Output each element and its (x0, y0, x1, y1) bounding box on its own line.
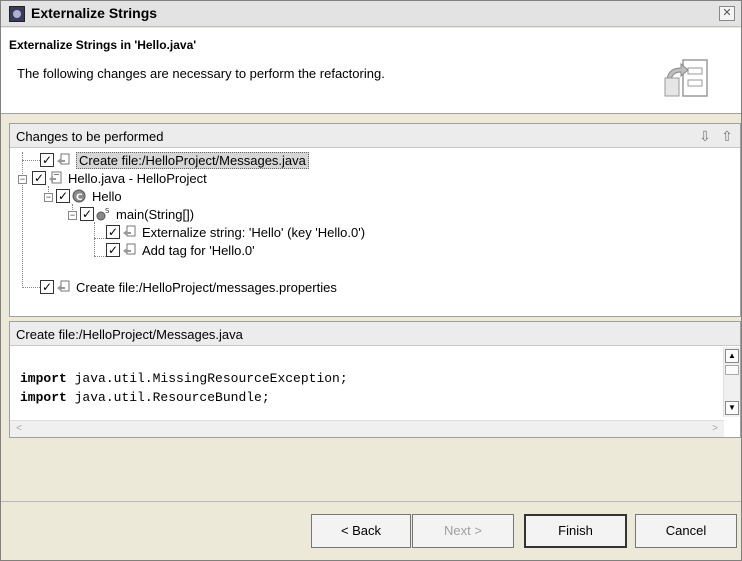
tree-item-label: main(String[]) (116, 206, 195, 222)
tree-item-label: Externalize string: 'Hello' (key 'Hello.… (142, 224, 366, 240)
collapse-toggle[interactable]: − (68, 211, 77, 220)
scroll-left-icon[interactable]: < (12, 422, 26, 436)
checkbox[interactable]: ✓ (40, 280, 54, 294)
tree-item-main-method[interactable]: ✓ S main(String[]) (80, 205, 194, 223)
checkbox[interactable]: ✓ (56, 189, 70, 203)
back-button[interactable]: < Back (311, 514, 411, 548)
finish-button[interactable]: Finish (524, 514, 627, 548)
tree-item-label: Create file:/HelloProject/messages.prope… (76, 279, 337, 295)
scroll-up-icon[interactable]: ▲ (725, 349, 739, 363)
code-preview[interactable]: import java.util.MissingResourceExceptio… (10, 347, 724, 417)
previous-change-arrow-icon[interactable]: ⇧ (718, 127, 736, 145)
tree-item-externalize-string[interactable]: ✓ Externalize string: 'Hello' (key 'Hell… (106, 223, 365, 241)
window-title: Externalize Strings (31, 5, 158, 21)
collapse-toggle[interactable]: − (18, 175, 27, 184)
scroll-right-icon[interactable]: > (708, 422, 722, 436)
checkbox[interactable]: ✓ (106, 225, 120, 239)
header-title: Externalize Strings in 'Hello.java' (9, 38, 197, 52)
tree-connector (22, 160, 40, 161)
checkbox[interactable]: ✓ (40, 153, 54, 167)
file-change-icon (57, 153, 70, 165)
next-button[interactable]: Next > (412, 514, 514, 548)
dialog-window: Externalize Strings ✕ Externalize String… (0, 0, 742, 561)
header-description: The following changes are necessary to p… (17, 66, 385, 81)
tree-connector (22, 287, 40, 288)
footer-separator (1, 501, 741, 502)
collapse-toggle[interactable]: − (44, 193, 53, 202)
class-icon: C (72, 189, 86, 203)
eclipse-icon (9, 6, 25, 22)
tree-item-label: Hello.java - HelloProject (68, 170, 207, 186)
text-change-icon (123, 243, 136, 255)
svg-text:C: C (76, 193, 83, 203)
refactoring-wizard-icon (664, 59, 708, 97)
checkbox[interactable]: ✓ (80, 207, 94, 221)
code-line: import java.util.ResourceBundle; (20, 390, 270, 405)
tree-item-hello-java[interactable]: ✓ Hello.java - HelloProject (32, 169, 207, 187)
tree-item-label: Hello (92, 188, 122, 204)
preview-heading: Create file:/HelloProject/Messages.java (16, 327, 243, 342)
svg-text:S: S (105, 207, 110, 215)
preview-panel-header: Create file:/HelloProject/Messages.java (10, 322, 740, 346)
next-change-arrow-icon[interactable]: ⇩ (696, 127, 714, 145)
code-text: java.util.ResourceBundle; (66, 390, 270, 405)
preview-panel: Create file:/HelloProject/Messages.java … (9, 321, 741, 438)
tree-connector (22, 152, 23, 288)
code-keyword: import (20, 371, 67, 386)
checkbox[interactable]: ✓ (106, 243, 120, 257)
changes-heading: Changes to be performed (16, 129, 164, 144)
cancel-button[interactable]: Cancel (635, 514, 737, 548)
tree-item-add-tag[interactable]: ✓ Add tag for 'Hello.0' (106, 241, 255, 259)
tree-connector (94, 222, 95, 256)
file-change-icon (57, 280, 70, 292)
scroll-thumb[interactable] (725, 365, 739, 375)
vertical-scrollbar[interactable]: ▲ ▼ (723, 347, 740, 417)
tree-item-create-messages-java[interactable]: ✓ Create file:/HelloProject/Messages.jav… (40, 151, 309, 169)
changes-panel-header: Changes to be performed ⇩ ⇧ (10, 124, 740, 148)
tree-item-create-messages-properties[interactable]: ✓ Create file:/HelloProject/messages.pro… (40, 278, 337, 296)
tree-item-label: Add tag for 'Hello.0' (142, 242, 255, 258)
text-change-icon (123, 225, 136, 237)
horizontal-scrollbar[interactable]: < > (10, 420, 724, 437)
wizard-header: Externalize Strings in 'Hello.java' The … (1, 28, 741, 114)
method-icon: S (96, 207, 110, 221)
code-text: java.util.MissingResourceException; (66, 371, 348, 386)
java-file-icon (49, 171, 62, 184)
title-bar: Externalize Strings ✕ (1, 1, 741, 27)
tree-item-hello-class[interactable]: ✓ C Hello (56, 187, 122, 205)
close-button[interactable]: ✕ (719, 6, 735, 21)
scroll-down-icon[interactable]: ▼ (725, 401, 739, 415)
changes-tree-panel: Changes to be performed ⇩ ⇧ − − − ✓ Crea… (9, 123, 741, 317)
tree-item-label: Create file:/HelloProject/Messages.java (76, 151, 309, 169)
code-line: import java.util.MissingResourceExceptio… (20, 371, 348, 386)
code-keyword: import (20, 390, 67, 405)
checkbox[interactable]: ✓ (32, 171, 46, 185)
